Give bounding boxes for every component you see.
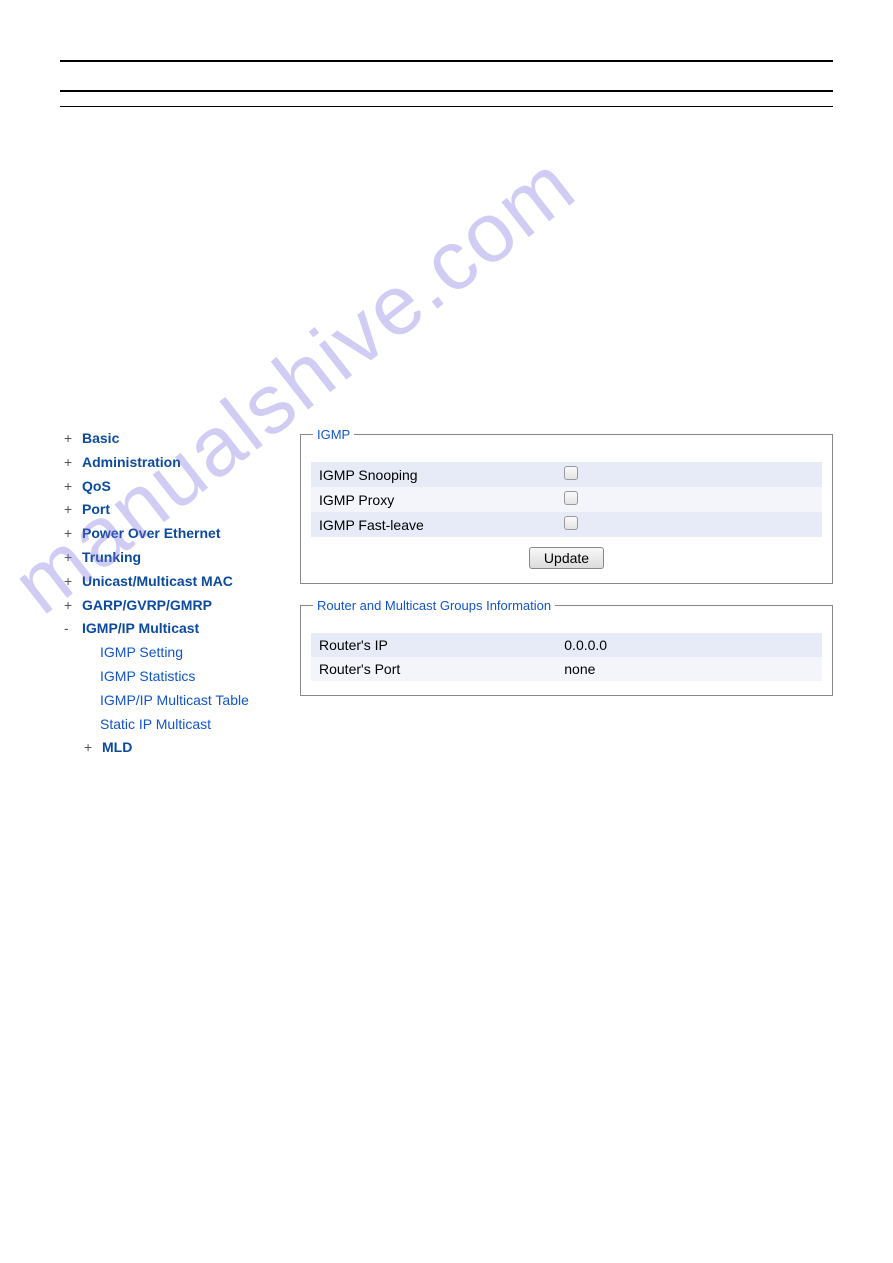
expand-icon: + <box>64 498 74 522</box>
sidebar-item-label: Unicast/Multicast MAC <box>82 570 233 594</box>
igmp-fieldset: IGMP IGMP Snooping IGMP Proxy <box>300 427 833 584</box>
igmp-settings-table: IGMP Snooping IGMP Proxy IGMP Fast-leave <box>311 462 822 537</box>
sidebar-item-basic[interactable]: + Basic <box>64 427 280 451</box>
expand-icon: + <box>64 475 74 499</box>
routers-ip-label: Router's IP <box>311 633 556 657</box>
igmp-snooping-cell <box>556 462 822 487</box>
sidebar-item-poe[interactable]: + Power Over Ethernet <box>64 522 280 546</box>
collapse-icon: - <box>64 617 74 641</box>
sidebar-sub-label: Static IP Multicast <box>100 716 211 732</box>
table-row: IGMP Fast-leave <box>311 512 822 537</box>
sidebar-item-qos[interactable]: + QoS <box>64 475 280 499</box>
sidebar-item-label: Port <box>82 498 110 522</box>
sidebar-sub-label: IGMP Statistics <box>100 668 195 684</box>
igmp-legend: IGMP <box>313 427 354 442</box>
routers-ip-value: 0.0.0.0 <box>556 633 822 657</box>
routers-port-value: none <box>556 657 822 681</box>
sidebar-item-mac[interactable]: + Unicast/Multicast MAC <box>64 570 280 594</box>
igmp-snooping-label: IGMP Snooping <box>311 462 556 487</box>
sidebar-item-label: MLD <box>102 736 132 760</box>
table-row: Router's Port none <box>311 657 822 681</box>
update-row: Update <box>311 547 822 569</box>
sidebar-item-label: Trunking <box>82 546 141 570</box>
sidebar-item-label: GARP/GVRP/GMRP <box>82 594 212 618</box>
igmp-proxy-checkbox[interactable] <box>564 491 578 505</box>
igmp-snooping-checkbox[interactable] <box>564 466 578 480</box>
sidebar-item-igmp-multicast[interactable]: - IGMP/IP Multicast <box>64 617 280 641</box>
sidebar-item-mld[interactable]: + MLD <box>64 736 280 760</box>
expand-icon: + <box>64 570 74 594</box>
router-info-table: Router's IP 0.0.0.0 Router's Port none <box>311 633 822 681</box>
expand-icon: + <box>64 546 74 570</box>
igmp-fastleave-checkbox[interactable] <box>564 516 578 530</box>
sidebar-item-garp[interactable]: + GARP/GVRP/GMRP <box>64 594 280 618</box>
sidebar-sub-label: IGMP/IP Multicast Table <box>100 692 249 708</box>
expand-icon: + <box>64 427 74 451</box>
router-info-fieldset: Router and Multicast Groups Information … <box>300 598 833 696</box>
sidebar-sub-label: IGMP Setting <box>100 644 183 660</box>
header-rules <box>60 60 833 107</box>
router-info-legend: Router and Multicast Groups Information <box>313 598 555 613</box>
routers-port-label: Router's Port <box>311 657 556 681</box>
igmp-fastleave-cell <box>556 512 822 537</box>
expand-icon: + <box>64 594 74 618</box>
sidebar-item-label: Basic <box>82 427 119 451</box>
sidebar-item-trunking[interactable]: + Trunking <box>64 546 280 570</box>
expand-icon: + <box>64 451 74 475</box>
expand-icon: + <box>64 522 74 546</box>
update-button[interactable]: Update <box>529 547 604 569</box>
table-row: IGMP Proxy <box>311 487 822 512</box>
sidebar-item-port[interactable]: + Port <box>64 498 280 522</box>
expand-icon: + <box>84 736 94 760</box>
igmp-proxy-label: IGMP Proxy <box>311 487 556 512</box>
sidebar-sub-igmp-table[interactable]: IGMP/IP Multicast Table <box>64 689 280 713</box>
sidebar-sub-igmp-statistics[interactable]: IGMP Statistics <box>64 665 280 689</box>
sidebar-item-label: Administration <box>82 451 181 475</box>
sidebar-sub-igmp-setting[interactable]: IGMP Setting <box>64 641 280 665</box>
sidebar: + Basic + Administration + QoS + Port + … <box>60 427 280 760</box>
sidebar-sub-static-ip[interactable]: Static IP Multicast <box>64 713 280 737</box>
sidebar-item-administration[interactable]: + Administration <box>64 451 280 475</box>
rule-3 <box>60 106 833 107</box>
table-row: Router's IP 0.0.0.0 <box>311 633 822 657</box>
igmp-proxy-cell <box>556 487 822 512</box>
main-panel: IGMP IGMP Snooping IGMP Proxy <box>300 427 833 760</box>
table-row: IGMP Snooping <box>311 462 822 487</box>
sidebar-item-label: IGMP/IP Multicast <box>82 617 199 641</box>
igmp-fastleave-label: IGMP Fast-leave <box>311 512 556 537</box>
sidebar-item-label: Power Over Ethernet <box>82 522 221 546</box>
sidebar-item-label: QoS <box>82 475 111 499</box>
